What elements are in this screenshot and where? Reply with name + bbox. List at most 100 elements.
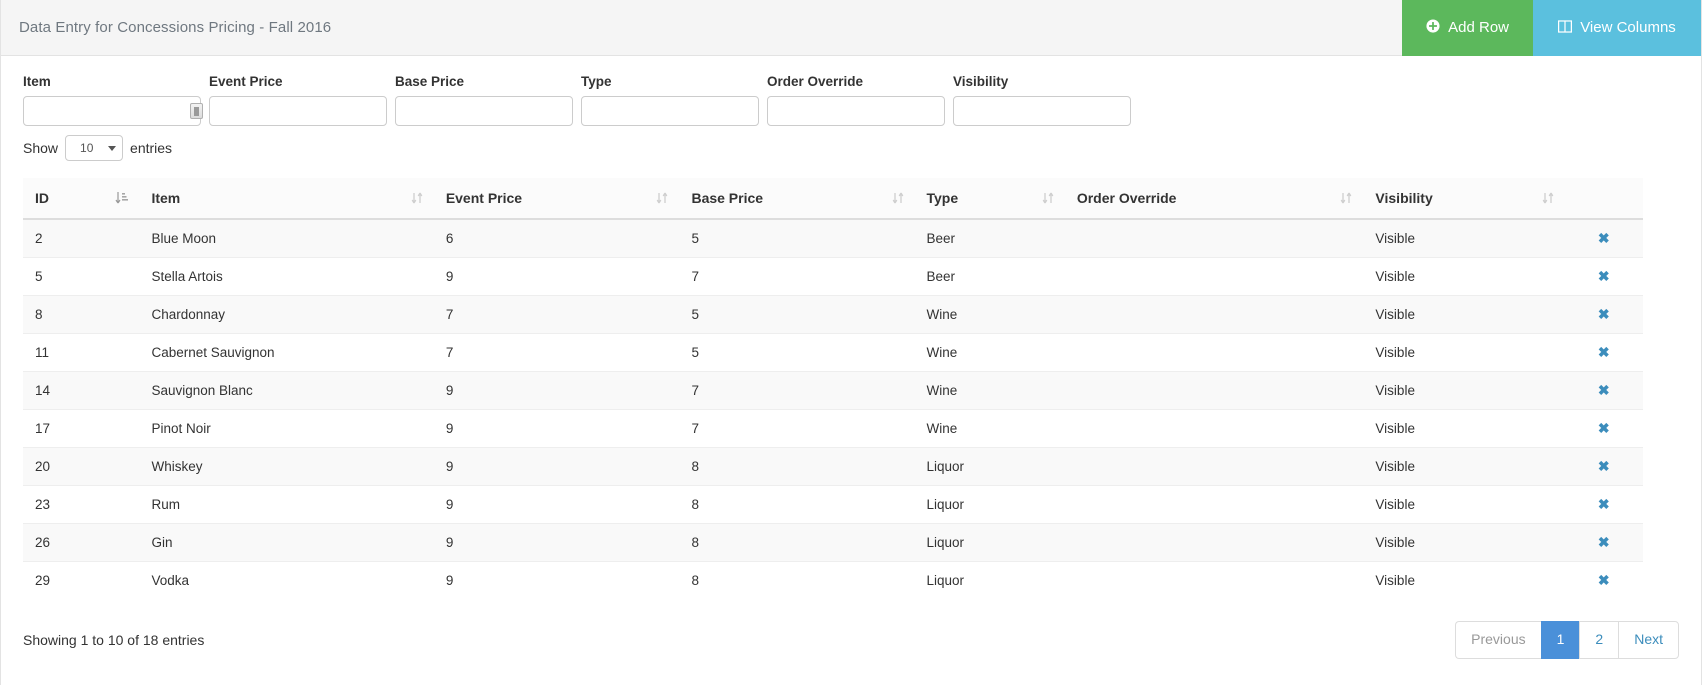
cell-type: Liquor: [914, 485, 1065, 524]
filter-input-wrap-type: [581, 96, 767, 126]
filter-input-wrap-order-override: [767, 96, 953, 126]
cell-delete: ✖: [1564, 409, 1643, 448]
sort-icon: [655, 191, 669, 205]
times-icon[interactable]: ✖: [1598, 535, 1610, 549]
sort-amount-asc-icon: [115, 191, 129, 205]
cell-event-price: 9: [433, 409, 680, 448]
cell-delete: ✖: [1564, 447, 1643, 486]
cell-item: Stella Artois: [139, 257, 434, 296]
cell-delete: ✖: [1564, 561, 1643, 599]
cell-id: 5: [23, 257, 140, 296]
cell-visibility: Visible: [1363, 371, 1565, 410]
filter-input-order-override[interactable]: [767, 96, 945, 126]
filter-group-event-price: Event Price: [209, 74, 395, 126]
times-icon[interactable]: ✖: [1598, 421, 1610, 435]
filter-input-type[interactable]: [581, 96, 759, 126]
plus-circle-icon: [1426, 19, 1440, 36]
sort-icon: [1541, 191, 1555, 205]
pagination-page-2[interactable]: 2: [1579, 621, 1619, 659]
cell-item: Rum: [139, 485, 434, 524]
cell-event-price: 6: [433, 218, 680, 258]
filter-input-visibility[interactable]: [953, 96, 1131, 126]
times-icon[interactable]: ✖: [1598, 231, 1610, 245]
table-row[interactable]: 29 Vodka 9 8 Liquor Visible ✖: [23, 561, 1643, 599]
view-columns-label: View Columns: [1580, 19, 1676, 36]
cell-visibility: Visible: [1363, 523, 1565, 562]
add-row-label: Add Row: [1448, 19, 1509, 36]
column-header-event-price[interactable]: Event Price: [433, 178, 680, 220]
filter-input-base-price[interactable]: [395, 96, 573, 126]
table-row[interactable]: 2 Blue Moon 6 5 Beer Visible ✖: [23, 218, 1643, 258]
cell-base-price: 8: [679, 485, 915, 524]
filter-input-wrap-item: [23, 96, 209, 126]
times-icon[interactable]: ✖: [1598, 307, 1610, 321]
pagination-page-1[interactable]: 1: [1540, 621, 1580, 659]
table-row[interactable]: 20 Whiskey 9 8 Liquor Visible ✖: [23, 447, 1643, 486]
table-row[interactable]: 14 Sauvignon Blanc 9 7 Wine Visible ✖: [23, 371, 1643, 410]
filter-label-base-price: Base Price: [395, 74, 465, 89]
filter-input-wrap-event-price: [209, 96, 395, 126]
filter-input-event-price[interactable]: [209, 96, 387, 126]
cell-id: 29: [23, 561, 140, 599]
times-icon[interactable]: ✖: [1598, 497, 1610, 511]
pagination-previous[interactable]: Previous: [1455, 621, 1541, 659]
times-icon[interactable]: ✖: [1598, 269, 1610, 283]
cell-visibility: Visible: [1363, 409, 1565, 448]
column-header-order-override[interactable]: Order Override: [1064, 178, 1364, 220]
filter-label-order-override: Order Override: [767, 74, 864, 89]
view-columns-button[interactable]: View Columns: [1533, 0, 1701, 56]
cell-event-price: 9: [433, 561, 680, 599]
pagination-next[interactable]: Next: [1618, 621, 1679, 659]
columns-icon: [1558, 19, 1573, 36]
column-header-id[interactable]: ID: [23, 178, 140, 220]
column-header-type[interactable]: Type: [914, 178, 1065, 220]
table-row[interactable]: 5 Stella Artois 9 7 Beer Visible ✖: [23, 257, 1643, 296]
sort-icon: [1339, 191, 1353, 205]
cell-order-override: [1064, 218, 1364, 258]
cell-event-price: 9: [433, 485, 680, 524]
cell-delete: ✖: [1564, 257, 1643, 296]
resize-grip-icon[interactable]: [190, 103, 203, 119]
times-icon[interactable]: ✖: [1598, 345, 1610, 359]
column-header-visibility[interactable]: Visibility: [1363, 178, 1565, 220]
cell-id: 26: [23, 523, 140, 562]
times-icon[interactable]: ✖: [1598, 573, 1610, 587]
column-header-label: Visibility: [1375, 190, 1433, 206]
cell-visibility: Visible: [1363, 561, 1565, 599]
cell-delete: ✖: [1564, 295, 1643, 334]
table-row[interactable]: 17 Pinot Noir 9 7 Wine Visible ✖: [23, 409, 1643, 448]
table-row[interactable]: 23 Rum 9 8 Liquor Visible ✖: [23, 485, 1643, 524]
cell-type: Beer: [914, 218, 1065, 258]
cell-event-price: 7: [433, 295, 680, 334]
cell-base-price: 7: [679, 409, 915, 448]
cell-event-price: 9: [433, 371, 680, 410]
table-row[interactable]: 8 Chardonnay 7 5 Wine Visible ✖: [23, 295, 1643, 334]
cell-item: Sauvignon Blanc: [139, 371, 434, 410]
filter-group-type: Type: [581, 74, 767, 126]
column-header-base-price[interactable]: Base Price: [679, 178, 915, 220]
table-row[interactable]: 11 Cabernet Sauvignon 7 5 Wine Visible ✖: [23, 333, 1643, 372]
table-row[interactable]: 26 Gin 9 8 Liquor Visible ✖: [23, 523, 1643, 562]
cell-type: Liquor: [914, 447, 1065, 486]
header-actions: Add Row View Columns: [1402, 0, 1701, 56]
table-info: Showing 1 to 10 of 18 entries: [23, 631, 205, 648]
length-menu: Show 10 25 50 100 entries: [1, 126, 1701, 161]
filter-input-item[interactable]: [23, 96, 201, 126]
table-body: 2 Blue Moon 6 5 Beer Visible ✖ 5 Stella …: [23, 218, 1643, 599]
cell-id: 17: [23, 409, 140, 448]
cell-item: Chardonnay: [139, 295, 434, 334]
column-header-label: Event Price: [445, 190, 523, 206]
column-filters: Item Event Price Base Price Type Order O…: [1, 56, 1701, 126]
length-select[interactable]: 10 25 50 100: [65, 135, 124, 161]
times-icon[interactable]: ✖: [1598, 383, 1610, 397]
column-header-item[interactable]: Item: [139, 178, 434, 220]
add-row-button[interactable]: Add Row: [1402, 0, 1533, 56]
cell-id: 2: [23, 218, 140, 258]
cell-type: Wine: [914, 409, 1065, 448]
filter-group-order-override: Order Override: [767, 74, 953, 126]
filter-label-item: Item: [23, 74, 51, 89]
page-title: Data Entry for Concessions Pricing - Fal…: [19, 19, 332, 36]
times-icon[interactable]: ✖: [1598, 459, 1610, 473]
filter-label-visibility: Visibility: [953, 74, 1009, 89]
cell-item: Whiskey: [139, 447, 434, 486]
